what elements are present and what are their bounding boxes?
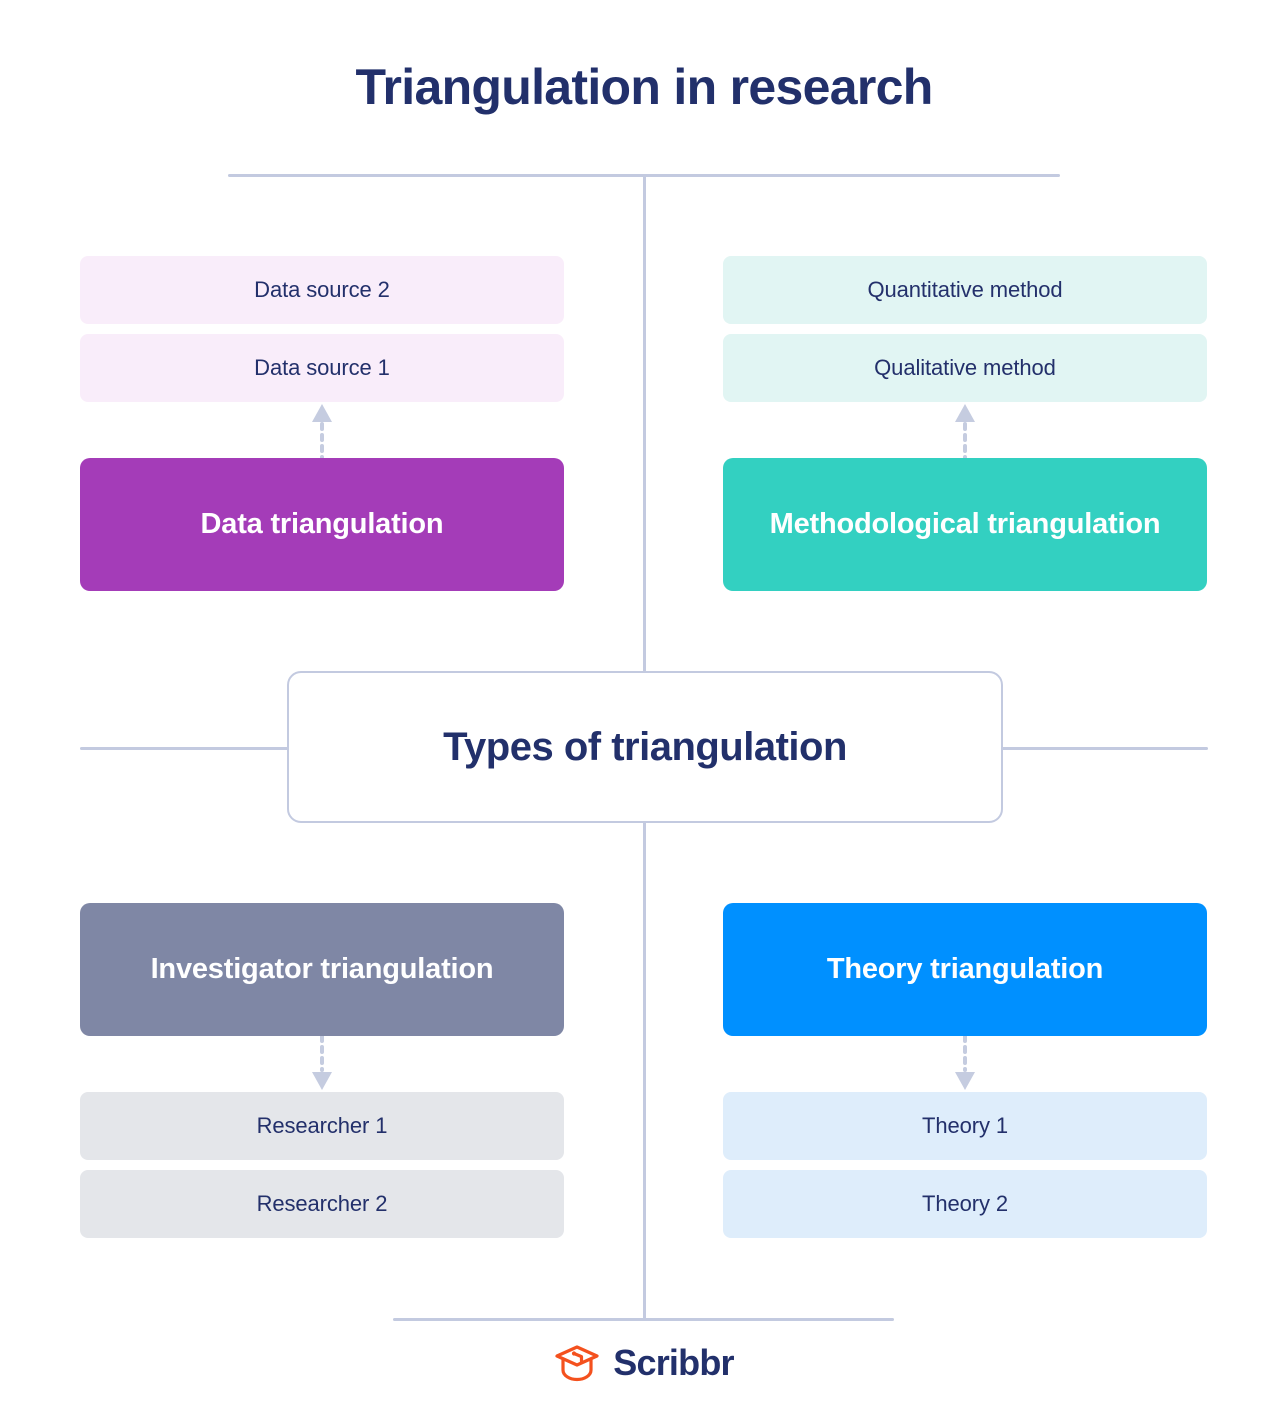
sub-box-label: Researcher 2 bbox=[256, 1191, 388, 1216]
arrow-up-methodological bbox=[723, 402, 1207, 458]
sub-box-label: Data source 1 bbox=[254, 355, 390, 380]
arrow-down-icon bbox=[955, 1036, 975, 1090]
sub-box-label: Quantitative method bbox=[867, 277, 1063, 302]
quadrant-theory-triangulation: Theory triangulation Theory 1 Theory 2 bbox=[723, 903, 1207, 1238]
sub-box-label: Theory 2 bbox=[921, 1191, 1009, 1216]
quadrant-methodological-triangulation: Quantitative method Qualitative method M… bbox=[723, 256, 1207, 591]
arrow-up-icon bbox=[955, 404, 975, 458]
connector-line-middle-left bbox=[80, 747, 290, 750]
main-box-theory-triangulation: Theory triangulation bbox=[723, 903, 1207, 1036]
center-node-label: Types of triangulation bbox=[443, 724, 847, 769]
sub-box-label: Researcher 1 bbox=[256, 1113, 388, 1138]
main-box-data-triangulation: Data triangulation bbox=[80, 458, 564, 591]
sub-box-data-source-2: Data source 2 bbox=[80, 256, 564, 324]
sub-box-qualitative-method: Qualitative method bbox=[723, 334, 1207, 402]
footer-brand-logo: Scribbr bbox=[0, 1342, 1288, 1384]
sub-box-researcher-2: Researcher 2 bbox=[80, 1170, 564, 1238]
sub-box-label: Data source 2 bbox=[254, 277, 390, 302]
quadrant-investigator-triangulation: Investigator triangulation Researcher 1 … bbox=[80, 903, 564, 1238]
page-title: Triangulation in research bbox=[355, 59, 933, 115]
main-box-label: Methodological triangulation bbox=[769, 507, 1161, 540]
main-box-label: Data triangulation bbox=[200, 507, 444, 540]
arrow-down-investigator bbox=[80, 1036, 564, 1092]
sub-box-theory-2: Theory 2 bbox=[723, 1170, 1207, 1238]
connector-line-vertical-bottom bbox=[643, 822, 646, 1319]
sub-box-researcher-1: Researcher 1 bbox=[80, 1092, 564, 1160]
main-box-label: Theory triangulation bbox=[826, 952, 1104, 985]
graduation-cap-icon bbox=[555, 1345, 599, 1382]
arrow-up-data bbox=[80, 402, 564, 458]
main-box-label: Investigator triangulation bbox=[150, 952, 494, 985]
main-box-methodological-triangulation: Methodological triangulation bbox=[723, 458, 1207, 591]
quadrant-data-triangulation: Data source 2 Data source 1 Data triangu… bbox=[80, 256, 564, 591]
infographic-canvas: Triangulation in research Types of trian… bbox=[0, 0, 1288, 1412]
arrow-up-icon bbox=[312, 404, 332, 458]
connector-line-middle-right bbox=[1000, 747, 1208, 750]
sub-box-label: Qualitative method bbox=[874, 355, 1056, 380]
sub-box-label: Theory 1 bbox=[921, 1113, 1009, 1138]
sub-box-quantitative-method: Quantitative method bbox=[723, 256, 1207, 324]
center-node-types-of-triangulation: Types of triangulation bbox=[287, 671, 1003, 823]
main-box-investigator-triangulation: Investigator triangulation bbox=[80, 903, 564, 1036]
arrow-down-icon bbox=[312, 1036, 332, 1090]
connector-line-vertical-top bbox=[643, 174, 646, 672]
sub-box-theory-1: Theory 1 bbox=[723, 1092, 1207, 1160]
arrow-down-theory bbox=[723, 1036, 1207, 1092]
sub-box-data-source-1: Data source 1 bbox=[80, 334, 564, 402]
brand-wordmark: Scribbr bbox=[613, 1342, 734, 1383]
